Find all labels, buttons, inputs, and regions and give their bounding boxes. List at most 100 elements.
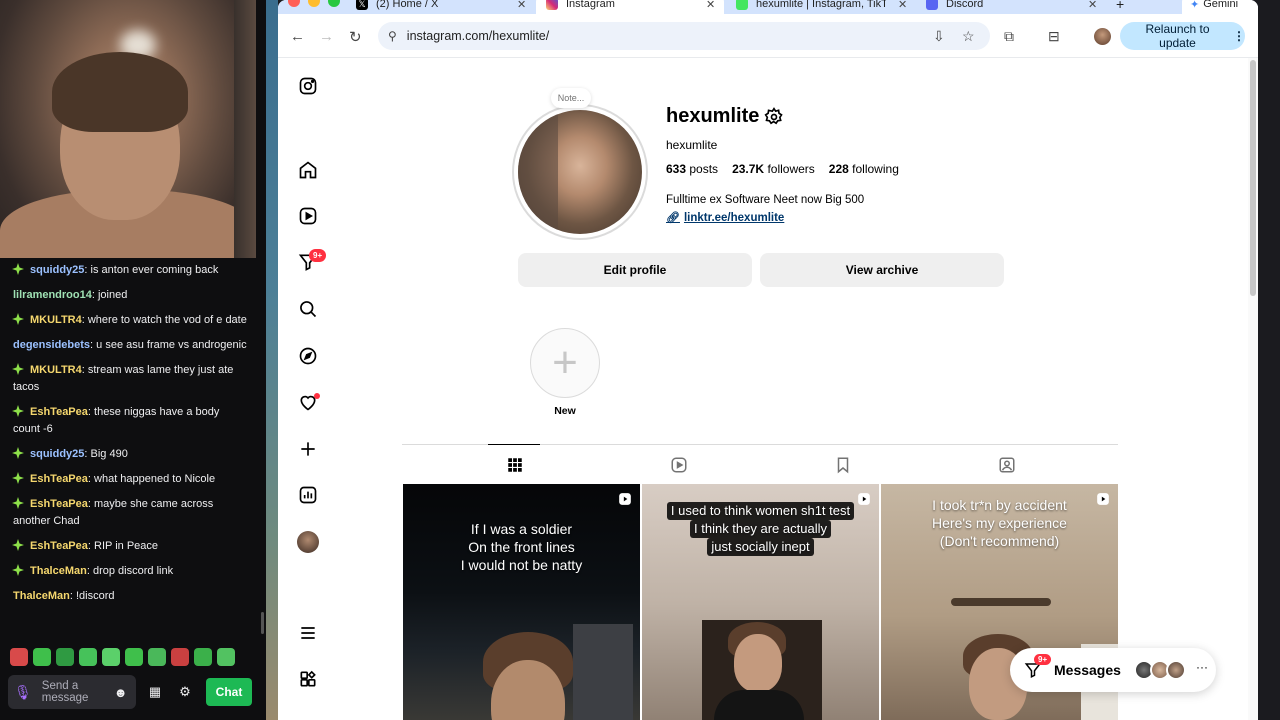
chat-username[interactable]: EshTeaPea [30, 406, 88, 418]
emote-icon[interactable] [194, 648, 212, 666]
gemini-button[interactable]: ✦ Gemini [1182, 0, 1258, 14]
profile-avatar[interactable] [297, 531, 319, 553]
extensions-icon[interactable]: ⧉ [1004, 28, 1014, 45]
bookmark-star-icon[interactable]: ☆ [962, 28, 975, 45]
profile-picture[interactable] [512, 104, 648, 240]
chat-scrollbar[interactable] [261, 612, 264, 634]
minimize-window-button[interactable] [308, 0, 320, 7]
address-bar[interactable]: ⚲ instagram.com/hexumlite/ ⇩ ☆ [378, 22, 990, 50]
tab-search-icon[interactable]: ⊟ [1048, 28, 1060, 45]
tagged-icon[interactable] [997, 455, 1017, 475]
install-app-icon[interactable]: ⇩ [933, 28, 945, 45]
also-from-meta-icon[interactable] [298, 669, 318, 689]
gemini-label: Gemini [1203, 0, 1239, 10]
chat-text: joined [97, 289, 128, 301]
relaunch-button[interactable]: Relaunch to update ⋮ [1120, 22, 1245, 50]
following-count[interactable]: 228 following [829, 162, 899, 176]
posts-count: 633 posts [666, 162, 719, 176]
gear-icon[interactable]: ⚙ [174, 684, 196, 700]
note-bubble[interactable]: Note... [551, 88, 591, 108]
chat-username[interactable]: MKULTR4 [30, 314, 82, 326]
emote-icon[interactable] [102, 648, 120, 666]
explore-compass-icon[interactable] [298, 346, 318, 366]
close-window-button[interactable] [288, 0, 300, 7]
search-icon[interactable] [298, 299, 318, 319]
followers-count[interactable]: 23.7K followers [732, 162, 815, 176]
sub-badge-icon[interactable] [12, 539, 24, 551]
sub-badge-icon[interactable] [12, 472, 24, 484]
saved-bookmark-icon[interactable] [833, 455, 853, 475]
instagram-logo-icon[interactable] [298, 76, 318, 96]
sub-badge-icon[interactable] [12, 497, 24, 509]
messages-button[interactable]: 9+ Messages ··· [1010, 648, 1216, 692]
chat-username[interactable]: EshTeaPea [30, 473, 88, 485]
sub-badge-icon[interactable] [12, 447, 24, 459]
back-arrow-icon[interactable]: ← [290, 28, 305, 45]
post-tile[interactable]: If I was a soldier On the front lines I wo… [403, 484, 640, 720]
sub-badge-icon[interactable] [12, 363, 24, 375]
chat-send-button[interactable]: Chat [206, 678, 252, 706]
chat-text: u see asu frame vs androgenic [96, 339, 247, 351]
chat-username[interactable]: ThalceMan [30, 565, 87, 577]
emote-icon[interactable] [171, 648, 189, 666]
chat-input[interactable]: 🎙 Send a message ☻ [8, 675, 136, 709]
home-icon[interactable] [298, 160, 318, 180]
site-info-icon[interactable]: ⚲ [388, 29, 397, 43]
link-icon: 🔗︎ [666, 212, 680, 224]
grid-icon[interactable] [505, 455, 525, 475]
forward-arrow-icon[interactable]: → [319, 28, 334, 45]
view-archive-button[interactable]: View archive [760, 253, 1004, 287]
chat-username[interactable]: degensidebets [13, 339, 90, 351]
chat-text: Big 490 [90, 448, 128, 460]
edit-profile-button[interactable]: Edit profile [518, 253, 752, 287]
page-scrollbar[interactable] [1248, 58, 1258, 720]
mic-icon[interactable]: 🎙 [14, 684, 32, 701]
emote-icon[interactable] [33, 648, 51, 666]
emote-icon[interactable] [125, 648, 143, 666]
chat-username[interactable]: squiddy25 [30, 264, 84, 276]
emoji-icon[interactable]: ☻ [114, 685, 128, 700]
emote-icon[interactable] [217, 648, 235, 666]
chat-username[interactable]: MKULTR4 [30, 364, 82, 376]
chat-username[interactable]: EshTeaPea [30, 540, 88, 552]
discord-icon [926, 0, 938, 10]
emote-icon[interactable] [79, 648, 97, 666]
chat-username[interactable]: squiddy25 [30, 448, 84, 460]
reload-icon[interactable]: ↻ [349, 28, 362, 46]
close-icon[interactable]: ✕ [517, 0, 526, 11]
close-icon[interactable]: ✕ [706, 0, 715, 11]
hamburger-menu-icon[interactable] [298, 623, 318, 643]
store-icon[interactable]: ▦ [144, 684, 166, 700]
insights-chart-icon[interactable] [298, 485, 318, 505]
create-plus-icon[interactable] [298, 439, 318, 459]
zoom-window-button[interactable] [328, 0, 340, 7]
kebab-menu-icon[interactable]: ⋮ [1233, 29, 1245, 43]
emote-icon[interactable] [56, 648, 74, 666]
new-tab-button[interactable]: + [1116, 0, 1136, 14]
tab-instagram[interactable]: Instagram ✕ [536, 0, 724, 14]
message-avatars [1134, 660, 1186, 680]
new-highlight-button[interactable]: + [530, 328, 600, 398]
gear-icon[interactable] [764, 107, 784, 127]
reels-icon[interactable] [298, 206, 318, 226]
tab-discord[interactable]: Discord ✕ [926, 0, 1097, 14]
chat-username[interactable]: EshTeaPea [30, 498, 88, 510]
profile-link[interactable]: 🔗︎ linktr.ee/hexumlite [666, 211, 784, 225]
sub-badge-icon[interactable] [12, 564, 24, 576]
close-icon[interactable]: ✕ [1088, 0, 1097, 11]
emote-icon[interactable] [148, 648, 166, 666]
profile-link-text[interactable]: linktr.ee/hexumlite [684, 212, 784, 224]
chat-username[interactable]: ThalceMan [13, 590, 70, 602]
sub-badge-icon[interactable] [12, 263, 24, 275]
close-icon[interactable]: ✕ [898, 0, 907, 11]
chrome-profile-avatar[interactable] [1094, 28, 1111, 45]
sub-badge-icon[interactable] [12, 313, 24, 325]
emote-icon[interactable] [10, 648, 28, 666]
chat-username[interactable]: lilramendroo14 [13, 289, 92, 301]
tab-x-home[interactable]: 𝕏 (2) Home / X ✕ [356, 0, 526, 14]
post-caption: If I was a soldier On the front lines I wo… [460, 521, 583, 573]
sub-badge-icon[interactable] [12, 405, 24, 417]
tab-linktree[interactable]: hexumlite | Instagram, TikTo ✕ [736, 0, 907, 14]
post-tile[interactable]: I used to think women sh1t test I think t… [642, 484, 879, 720]
reels-tab-icon[interactable] [669, 455, 689, 475]
